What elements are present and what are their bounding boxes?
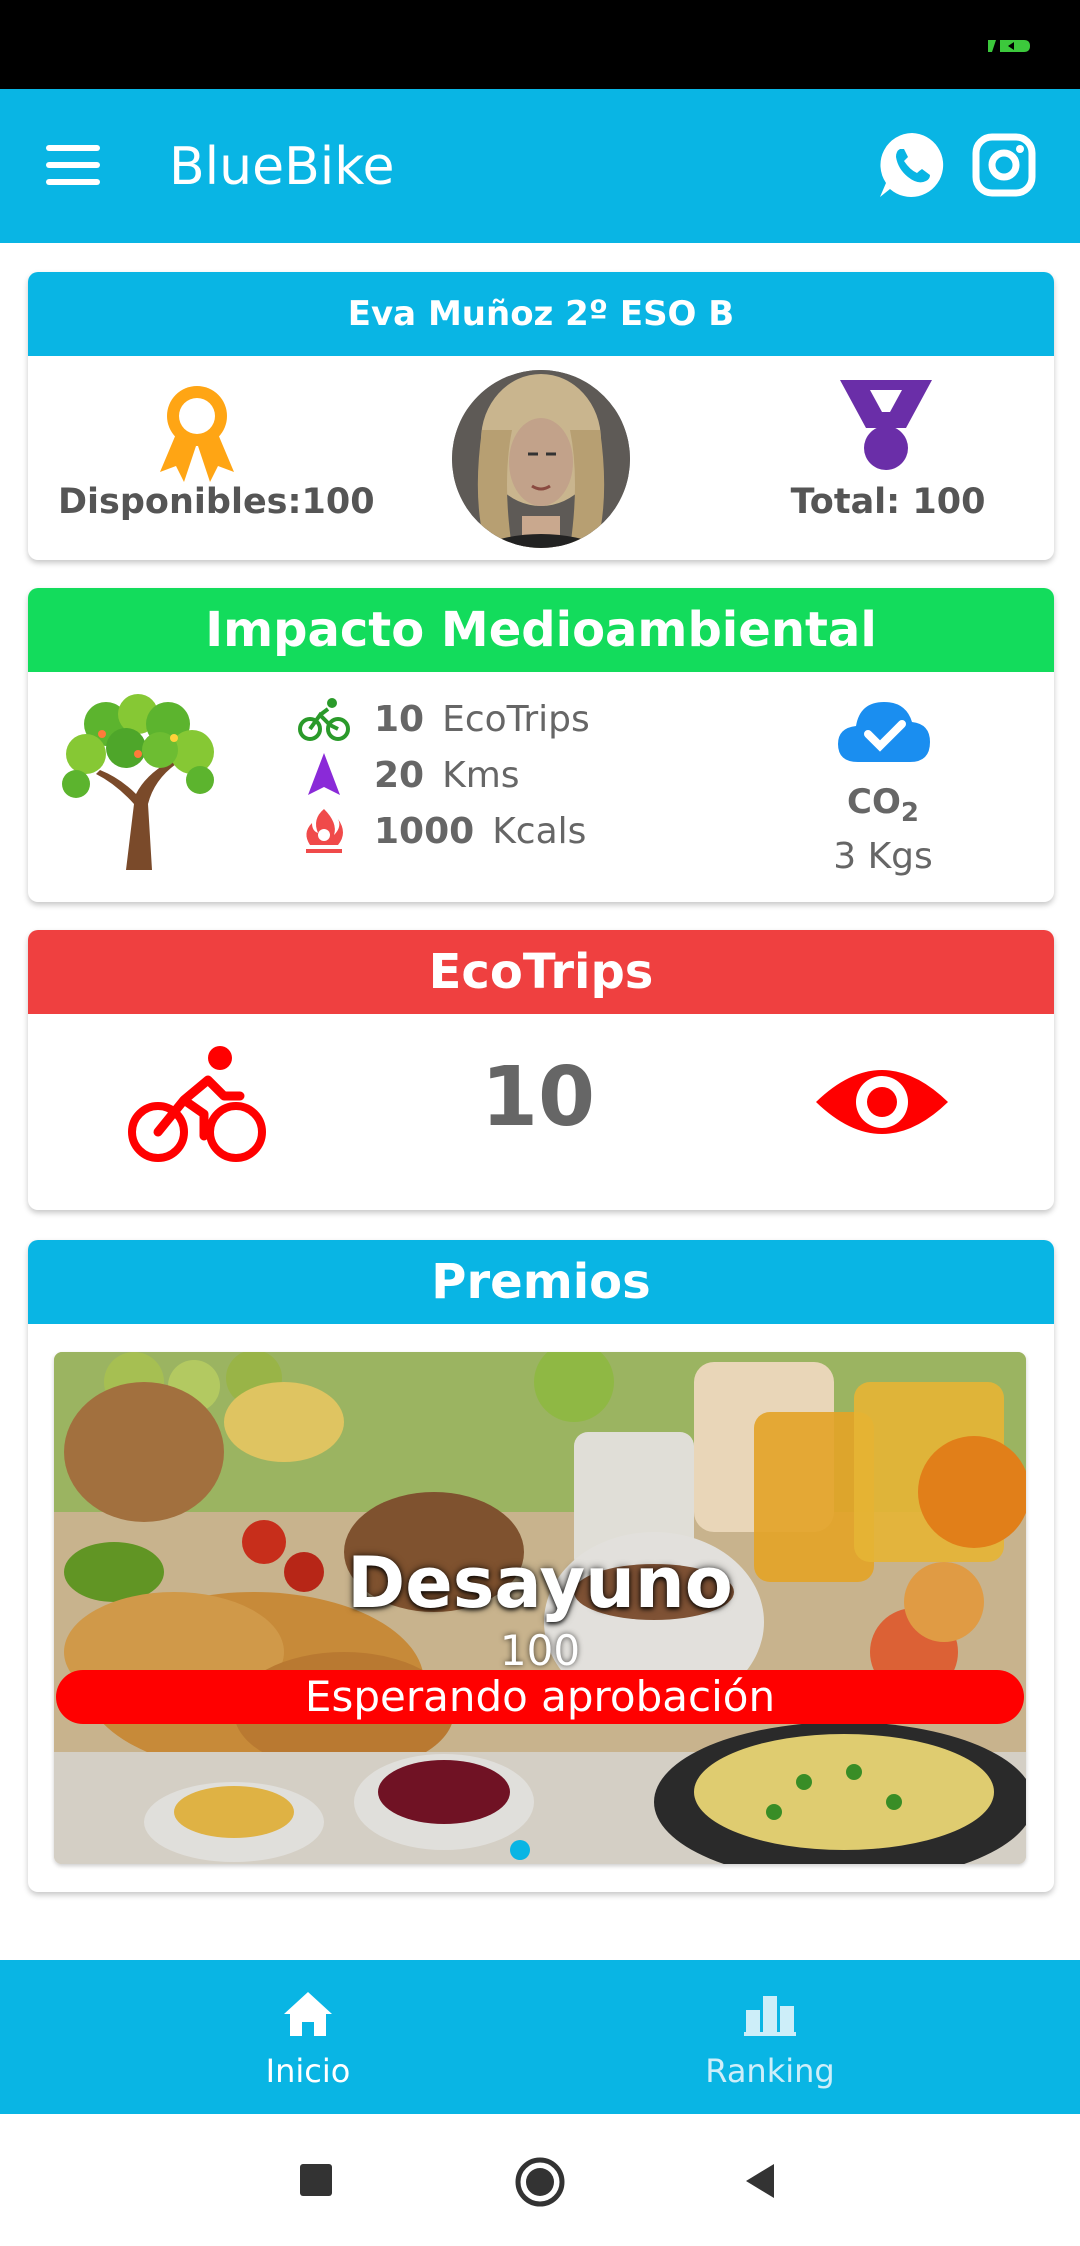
ecotrips-header: EcoTrips bbox=[28, 930, 1054, 1014]
ecotrips-count: 10 bbox=[480, 1050, 596, 1145]
tree-icon bbox=[62, 694, 214, 870]
total-points: Total: 100 bbox=[790, 482, 986, 522]
carousel-indicator-dot[interactable] bbox=[510, 1840, 530, 1860]
stat-value: 20 bbox=[374, 754, 425, 796]
prize-name: Desayuno bbox=[347, 1542, 733, 1624]
stat-kms: 20 Kms bbox=[298, 750, 520, 800]
nav-label: Inicio bbox=[265, 2052, 351, 2090]
co2-label: CO2 bbox=[758, 782, 1008, 828]
stat-ecotrips: 10 EcoTrips bbox=[298, 694, 590, 744]
prize-status-badge: Esperando aprobación bbox=[56, 1670, 1024, 1724]
prizes-header: Premios bbox=[28, 1240, 1054, 1324]
fire-icon bbox=[306, 809, 343, 853]
status-bar bbox=[0, 0, 1080, 89]
prizes-card: Premios Desayuno 100 Esperando aprobació… bbox=[28, 1240, 1054, 1892]
system-navigation-bar bbox=[0, 2114, 1080, 2246]
app-bar: BlueBike bbox=[0, 89, 1080, 243]
co2-text: CO bbox=[847, 782, 901, 822]
nav-item-inicio[interactable]: Inicio bbox=[188, 1960, 428, 2114]
instagram-icon[interactable] bbox=[972, 133, 1036, 197]
stat-value: 10 bbox=[374, 698, 425, 740]
stat-unit: EcoTrips bbox=[442, 698, 590, 740]
nav-label: Ranking bbox=[705, 2052, 835, 2090]
ranking-icon bbox=[744, 1996, 796, 2036]
ecotrips-card: EcoTrips 10 bbox=[28, 930, 1054, 1210]
co2-value: 3 Kgs bbox=[833, 836, 933, 877]
environmental-impact-card: Impacto Medioambiental 10 EcoTrips 20 Km… bbox=[28, 588, 1054, 902]
impact-header: Impacto Medioambiental bbox=[28, 588, 1054, 672]
battery-icon bbox=[988, 40, 1030, 52]
user-card: Eva Muñoz 2º ESO B Disponibles:100 Total… bbox=[28, 272, 1054, 560]
medal-icon bbox=[840, 380, 932, 470]
app-title: BlueBike bbox=[169, 137, 395, 197]
cyclist-icon bbox=[128, 1046, 266, 1162]
user-name: Eva Muñoz 2º ESO B bbox=[28, 272, 1054, 356]
hamburger-menu-icon[interactable] bbox=[46, 145, 100, 185]
nav-item-ranking[interactable]: Ranking bbox=[650, 1960, 890, 2114]
avatar bbox=[452, 370, 630, 548]
whatsapp-icon[interactable] bbox=[876, 129, 948, 201]
award-ribbon-icon bbox=[160, 386, 234, 482]
stat-unit: Kms bbox=[442, 754, 520, 796]
home-button-icon[interactable] bbox=[514, 2156, 566, 2208]
bottom-navigation: Inicio Ranking bbox=[0, 1960, 1080, 2114]
prize-points: 100 bbox=[499, 1626, 581, 1675]
navigation-arrow-icon bbox=[308, 753, 340, 795]
stat-unit: Kcals bbox=[492, 810, 587, 852]
cloud-check-icon bbox=[838, 702, 930, 762]
home-icon bbox=[284, 1992, 332, 2036]
prize-carousel[interactable]: Desayuno 100 Esperando aprobación bbox=[54, 1352, 1026, 1864]
back-button-icon[interactable] bbox=[744, 2162, 776, 2200]
co2-subscript: 2 bbox=[900, 797, 919, 828]
stat-value: 1000 bbox=[374, 810, 475, 852]
bike-icon bbox=[298, 698, 350, 741]
available-points: Disponibles:100 bbox=[58, 482, 375, 522]
stat-kcals: 1000 Kcals bbox=[298, 806, 586, 856]
view-eye-icon[interactable] bbox=[814, 1054, 950, 1150]
recent-apps-icon[interactable] bbox=[300, 2164, 332, 2196]
